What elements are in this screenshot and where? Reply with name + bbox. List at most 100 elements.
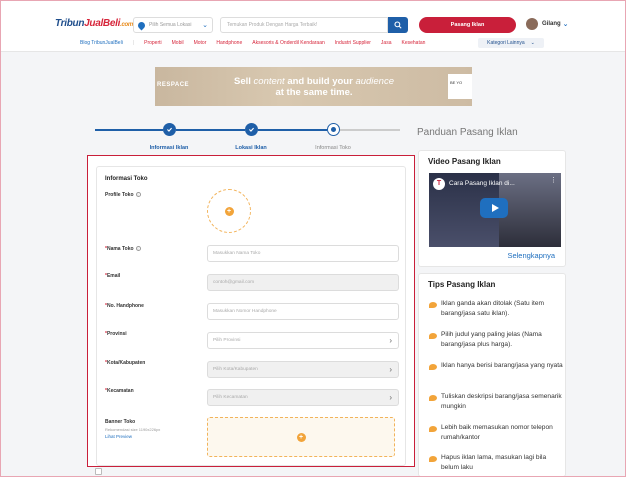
label-text: No. Handphone (106, 303, 144, 309)
tip-item: Iklan ganda akan ditolak (Satu item bara… (429, 299, 564, 318)
banner-upload[interactable]: + (207, 417, 395, 457)
tip-text: Pilih judul yang paling jelas (Nama bara… (441, 331, 542, 348)
location-select[interactable]: Pilih Semua Lokasi ⌄ (133, 17, 213, 33)
info-icon[interactable]: i (135, 246, 141, 251)
video-caption: Cara Pasang Iklan di... (449, 180, 515, 187)
store-name-placeholder: Masukkan Nama Toko (213, 251, 261, 256)
province-placeholder: Pilih Provinsi (213, 338, 241, 343)
district-placeholder: Pilih Kecamatan (213, 395, 248, 400)
terms-checkbox[interactable] (95, 468, 102, 475)
tip-item: Iklan hanya berisi barang/jasa yang nyat… (429, 361, 564, 371)
channel-logo-icon: T (433, 178, 445, 190)
chat-bubble-icon (429, 302, 437, 308)
tip-item: Pilih judul yang paling jelas (Nama bara… (429, 330, 564, 349)
play-icon[interactable] (480, 198, 508, 218)
store-info-section: Informasi Toko Profile Toko i + *Nama Tok… (87, 155, 415, 467)
tips-card-title: Tips Pasang Iklan (428, 280, 496, 289)
label-text: Nama Toko (106, 246, 134, 252)
province-label: *Provinsi (105, 331, 127, 337)
post-ad-button[interactable]: Pasang Iklan (419, 17, 516, 33)
chevron-down-icon: ⌄ (530, 40, 535, 46)
stepper-line (95, 129, 163, 131)
tip-text: Hapus iklan lama, masukan lagi bila belu… (441, 454, 547, 471)
label-text: Kecamatan (106, 388, 134, 394)
nav-item-mobil[interactable]: Mobil (172, 40, 184, 48)
nav-separator: | (132, 40, 135, 46)
stepper-line (340, 129, 400, 131)
ad-text: content (253, 76, 285, 87)
email-field[interactable]: contoh@gmail.com (207, 274, 399, 291)
chat-bubble-icon (429, 395, 437, 401)
nav-item-kesehatan[interactable]: Kesehatan (401, 40, 425, 48)
step-label-info-toko: Informasi Toko (315, 145, 351, 151)
profile-photo-upload[interactable]: + (207, 189, 251, 233)
location-pin-icon (136, 20, 147, 30)
nav-item-blog[interactable]: Blog TribunJualBeli (80, 40, 123, 48)
logo-text-suffix: .com (120, 22, 133, 28)
chat-bubble-icon (429, 456, 437, 462)
ad-banner[interactable]: RESPACE Sell content and build your audi… (155, 67, 472, 106)
nav-item-industri[interactable]: Industri Supplier (335, 40, 371, 48)
label-text: Provinsi (106, 331, 127, 337)
step-label-lokasi-iklan: Lokasi Iklan (235, 145, 267, 151)
ad-text: at the same time. (275, 87, 353, 98)
chevron-right-icon: › (389, 336, 392, 345)
check-icon (249, 127, 255, 132)
ad-text: audience (355, 76, 394, 87)
search-placeholder: Temukan Produk Dengan Harga Terbaik! (227, 22, 318, 28)
nav-item-aksesoris[interactable]: Aksesoris & Onderdil Kendaraan (252, 40, 325, 48)
ad-left-text: RESPACE (157, 82, 190, 88)
phone-placeholder: Masukkan Nomor Handphone (213, 309, 277, 314)
chat-bubble-icon (429, 426, 437, 432)
step-done-node (245, 123, 258, 136)
progress-stepper: Informasi Iklan Lokasi Iklan Informasi T… (95, 120, 400, 154)
nav-item-jasa[interactable]: Jasa (381, 40, 392, 48)
video-card-title: Video Pasang Iklan (428, 157, 501, 166)
banner-preview-link[interactable]: Lihat Preview (105, 434, 132, 439)
tip-text: Tuliskan deskripsi barang/jasa semenarik… (441, 393, 562, 410)
nav-item-motor[interactable]: Motor (194, 40, 207, 48)
city-select[interactable]: Pilih Kota/Kabupaten › (207, 361, 399, 378)
location-placeholder: Pilih Semua Lokasi (149, 22, 192, 28)
check-icon (167, 127, 173, 132)
step-done-node (163, 123, 176, 136)
chevron-down-icon: ⌄ (202, 22, 208, 29)
district-select[interactable]: Pilih Kecamatan › (207, 389, 399, 406)
info-icon[interactable]: i (135, 192, 141, 197)
label-text: Profile Toko (105, 192, 134, 198)
more-options-icon[interactable]: ⋮ (550, 177, 557, 184)
nav-item-properti[interactable]: Properti (144, 40, 162, 48)
more-categories-label: Kategori Lainnya (487, 40, 525, 46)
site-logo[interactable]: TribunJualBeli.com (55, 18, 133, 29)
store-name-input[interactable]: Masukkan Nama Toko (207, 245, 399, 262)
guide-title: Panduan Pasang Iklan (417, 127, 518, 138)
label-text: Kota/Kabupaten (106, 360, 146, 366)
phone-input[interactable]: Masukkan Nomor Handphone (207, 303, 399, 320)
user-name: Gilang (542, 21, 561, 27)
video-card: Video Pasang Iklan T Cara Pasang Iklan d… (418, 150, 566, 267)
logo-text-main: Tribun (55, 18, 85, 29)
video-more-link[interactable]: Selengkapnya (507, 251, 555, 260)
search-input[interactable]: Temukan Produk Dengan Harga Terbaik! (220, 17, 388, 33)
user-menu[interactable]: Gilang ⌄ (526, 18, 569, 30)
top-header: TribunJualBeli.com Pilih Semua Lokasi ⌄ … (0, 0, 626, 52)
province-select[interactable]: Pilih Provinsi › (207, 332, 399, 349)
stepper-line (176, 129, 245, 131)
city-placeholder: Pilih Kota/Kabupaten (213, 367, 258, 372)
tip-text: Iklan ganda akan ditolak (Satu item bara… (441, 300, 544, 317)
email-value: contoh@gmail.com (213, 280, 255, 285)
ad-text: Sell (233, 76, 254, 87)
tips-card: Tips Pasang Iklan Iklan ganda akan ditol… (418, 273, 566, 477)
email-label: *Email (105, 273, 120, 279)
search-button[interactable] (388, 17, 408, 33)
form-title: Informasi Toko (105, 176, 148, 182)
more-categories-dropdown[interactable]: Kategori Lainnya ⌄ (478, 38, 544, 48)
label-text: Email (106, 273, 121, 279)
plus-icon: + (296, 432, 306, 442)
tip-text: Lebih baik memasukan nomor telepon rumah… (441, 424, 553, 441)
video-player[interactable]: T Cara Pasang Iklan di... ⋮ (429, 173, 561, 247)
stepper-line (258, 129, 327, 131)
store-info-card: Informasi Toko Profile Toko i + *Nama Tok… (96, 166, 406, 466)
nav-item-handphone[interactable]: Handphone (216, 40, 242, 48)
step-current-node (327, 123, 340, 136)
